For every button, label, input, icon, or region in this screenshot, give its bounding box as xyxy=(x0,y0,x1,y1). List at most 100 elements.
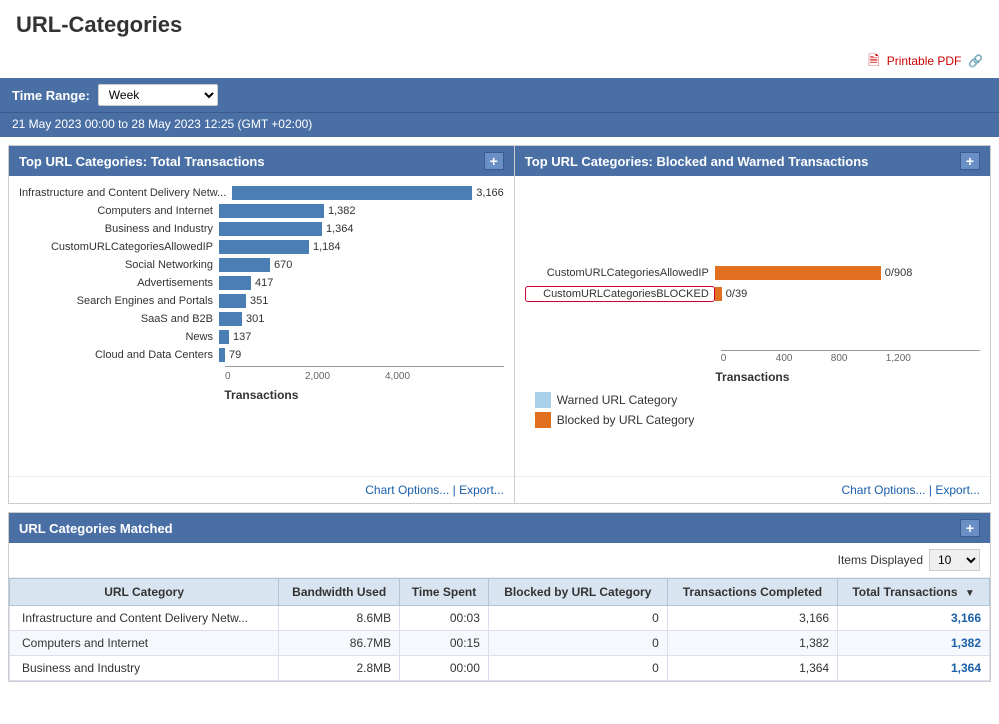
items-displayed-label: Items Displayed xyxy=(838,553,923,567)
right-bar-row: CustomURLCategoriesBLOCKED 0/39 xyxy=(525,286,980,302)
right-chart-options-link[interactable]: Chart Options... xyxy=(841,483,925,497)
bar-label: SaaS and B2B xyxy=(19,313,219,325)
left-bar-row: SaaS and B2B301 xyxy=(19,312,504,326)
right-bar-label: CustomURLCategoriesBLOCKED xyxy=(525,286,715,302)
table-cell-category[interactable]: Computers and Internet xyxy=(10,631,279,656)
left-export-link[interactable]: Export... xyxy=(459,483,504,497)
bar-container: 301 xyxy=(219,312,504,326)
left-chart-options-link[interactable]: Chart Options... xyxy=(365,483,449,497)
legend-color-box xyxy=(535,412,551,428)
left-bar-row: Infrastructure and Content Delivery Netw… xyxy=(19,186,504,200)
bar-container: 670 xyxy=(219,258,504,272)
left-bar-row: Social Networking 670 xyxy=(19,258,504,272)
table-cell-category[interactable]: Business and Industry xyxy=(10,656,279,681)
bar-label: Advertisements xyxy=(19,277,219,289)
bar-fill xyxy=(219,240,309,254)
url-categories-table-section: URL Categories Matched + Items Displayed… xyxy=(8,512,991,682)
left-chart-add-button[interactable]: + xyxy=(484,152,504,170)
legend-item: Blocked by URL Category xyxy=(535,412,970,428)
table-cell-blocked: 0 xyxy=(488,606,667,631)
bar-fill xyxy=(219,348,225,362)
table-cell-time_spent: 00:00 xyxy=(400,656,489,681)
left-chart-title: Top URL Categories: Total Transactions xyxy=(19,154,265,169)
bar-container: 79 xyxy=(219,348,504,362)
right-chart-title: Top URL Categories: Blocked and Warned T… xyxy=(525,154,869,169)
table-cell-bandwidth: 8.6MB xyxy=(279,606,400,631)
page-header: URL-Categories xyxy=(0,0,999,46)
table-cell-blocked: 0 xyxy=(488,656,667,681)
bar-value: 670 xyxy=(274,259,292,271)
bar-fill xyxy=(219,204,324,218)
col-header-bandwidth[interactable]: Bandwidth Used xyxy=(279,579,400,606)
col-header-total-transactions[interactable]: Total Transactions ▼ xyxy=(838,579,990,606)
bar-container: 1,364 xyxy=(219,222,504,236)
left-chart-panel: Top URL Categories: Total Transactions +… xyxy=(9,146,515,503)
left-bar-row: CustomURLCategoriesAllowedIP 1,184 xyxy=(19,240,504,254)
right-bar-container: 0/908 xyxy=(715,266,980,280)
right-axis-tick: 1,200 xyxy=(886,353,941,364)
right-chart-header: Top URL Categories: Blocked and Warned T… xyxy=(515,146,990,176)
time-range-label: Time Range: xyxy=(12,88,90,103)
bar-value: 1,184 xyxy=(313,241,341,253)
col-header-blocked[interactable]: Blocked by URL Category xyxy=(488,579,667,606)
table-header: URL Categories Matched + xyxy=(9,513,990,543)
bar-label: Infrastructure and Content Delivery Netw… xyxy=(19,187,232,199)
left-bar-row: Business and Industry1,364 xyxy=(19,222,504,236)
table-row: Business and Industry2.8MB00:0001,3641,3… xyxy=(10,656,990,681)
right-export-link[interactable]: Export... xyxy=(935,483,980,497)
table-cell-total_transactions: 1,364 xyxy=(838,656,990,681)
bar-label: CustomURLCategoriesAllowedIP xyxy=(19,241,219,253)
legend-label: Warned URL Category xyxy=(557,393,678,407)
bar-label: Business and Industry xyxy=(19,223,219,235)
printable-pdf-link[interactable]: Printable PDF xyxy=(887,54,962,68)
table-cell-time_spent: 00:03 xyxy=(400,606,489,631)
legend-color-box xyxy=(535,392,551,408)
bar-fill xyxy=(219,276,251,290)
right-bar-value: 0/908 xyxy=(885,267,913,279)
right-axis-tick: 0 xyxy=(721,353,776,364)
right-chart-footer: Chart Options... | Export... xyxy=(515,476,990,503)
table-body: Infrastructure and Content Delivery Netw… xyxy=(10,606,990,681)
table-cell-category[interactable]: Infrastructure and Content Delivery Netw… xyxy=(10,606,279,631)
bar-value: 3,166 xyxy=(476,187,504,199)
right-bar-value: 0/39 xyxy=(726,288,747,300)
time-range-bar: Time Range: Week Day Month Year xyxy=(0,78,999,112)
bar-container: 417 xyxy=(219,276,504,290)
left-bar-row: News137 xyxy=(19,330,504,344)
bar-fill xyxy=(232,186,472,200)
bar-label: Search Engines and Portals xyxy=(19,295,219,307)
axis-tick: 4,000 xyxy=(385,371,465,382)
left-axis-labels: 02,0004,000 xyxy=(225,371,465,382)
time-range-select[interactable]: Week Day Month Year xyxy=(98,84,218,106)
items-per-page-select[interactable]: 10 25 50 100 xyxy=(929,549,980,571)
table-cell-transactions_completed: 1,364 xyxy=(667,656,837,681)
right-chart-panel: Top URL Categories: Blocked and Warned T… xyxy=(515,146,990,503)
col-header-transactions-completed[interactable]: Transactions Completed xyxy=(667,579,837,606)
left-bar-row: Advertisements 417 xyxy=(19,276,504,290)
bar-label: Social Networking xyxy=(19,259,219,271)
col-header-time-spent[interactable]: Time Spent xyxy=(400,579,489,606)
bar-label: News xyxy=(19,331,219,343)
right-bar-container: 0/39 xyxy=(715,287,980,301)
left-x-label: Transactions xyxy=(19,388,504,402)
date-range-text: 21 May 2023 00:00 to 28 May 2023 12:25 (… xyxy=(12,117,312,131)
table-title: URL Categories Matched xyxy=(19,521,173,536)
table-cell-time_spent: 00:15 xyxy=(400,631,489,656)
right-chart-add-button[interactable]: + xyxy=(960,152,980,170)
right-axis-tick: 400 xyxy=(776,353,831,364)
right-axis-tick: 800 xyxy=(831,353,886,364)
bar-value: 79 xyxy=(229,349,241,361)
legend-item: Warned URL Category xyxy=(535,392,970,408)
right-bar-row: CustomURLCategoriesAllowedIP0/908 xyxy=(525,266,980,280)
left-chart-body: Infrastructure and Content Delivery Netw… xyxy=(9,176,514,476)
date-range-bar: 21 May 2023 00:00 to 28 May 2023 12:25 (… xyxy=(0,112,999,137)
col-header-category[interactable]: URL Category xyxy=(10,579,279,606)
table-add-button[interactable]: + xyxy=(960,519,980,537)
left-bar-row: Cloud and Data Centers79 xyxy=(19,348,504,362)
bar-label: Computers and Internet xyxy=(19,205,219,217)
chart-legend: Warned URL Category Blocked by URL Catego… xyxy=(525,384,980,436)
bar-value: 417 xyxy=(255,277,273,289)
sort-arrow: ▼ xyxy=(965,588,975,599)
axis-tick: 2,000 xyxy=(305,371,385,382)
bar-container: 351 xyxy=(219,294,504,308)
